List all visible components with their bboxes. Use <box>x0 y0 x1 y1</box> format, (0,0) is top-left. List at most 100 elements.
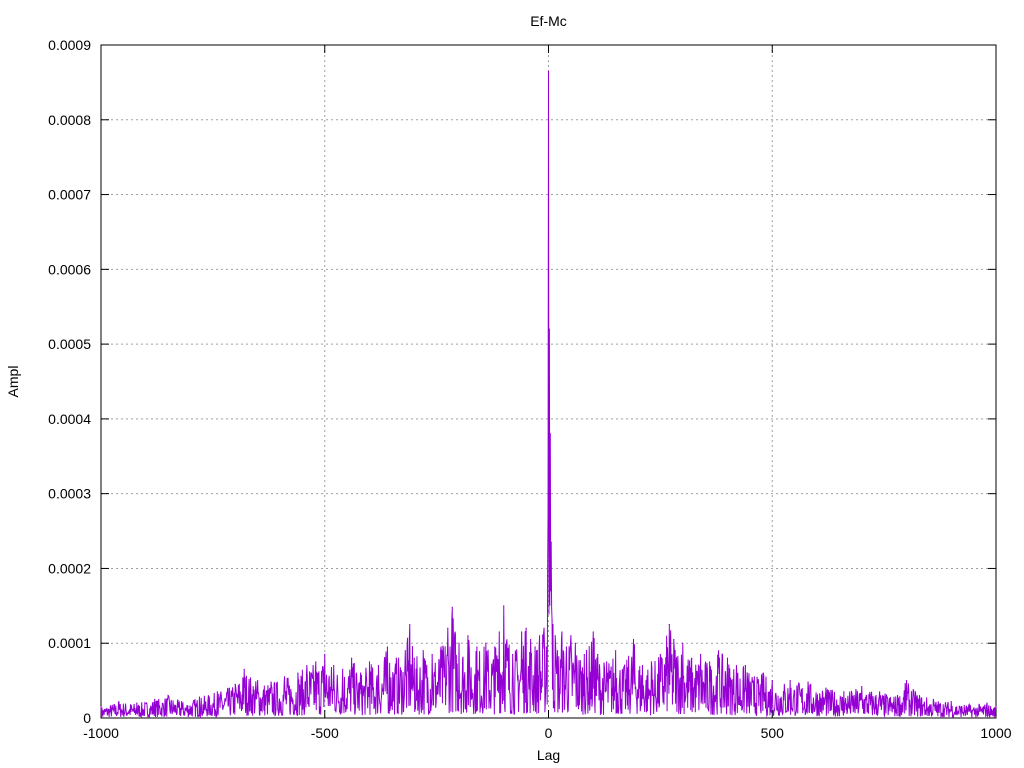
data-point <box>551 620 553 622</box>
data-point <box>333 665 335 667</box>
data-point <box>632 638 635 641</box>
data-point <box>543 627 545 629</box>
data-point <box>554 635 556 637</box>
data-point <box>297 672 299 674</box>
data-point <box>351 657 353 659</box>
data-point <box>216 691 218 693</box>
data-point <box>709 661 711 663</box>
data-point <box>377 665 380 667</box>
y-tick-label: 0.0001 <box>48 635 91 651</box>
data-point <box>534 646 536 648</box>
y-tick-label: 0.0004 <box>48 411 91 427</box>
y-tick-label: 0.0005 <box>48 336 91 352</box>
data-point <box>771 680 773 682</box>
y-tick-label: 0.0009 <box>48 37 91 53</box>
data-point <box>409 623 411 626</box>
data-point <box>440 646 442 648</box>
data-point <box>136 702 138 704</box>
data-point <box>324 653 326 656</box>
data-point <box>154 698 156 700</box>
data-point <box>650 661 653 663</box>
data-point <box>762 672 764 674</box>
data-point <box>700 653 702 656</box>
data-point <box>550 541 552 543</box>
data-point <box>100 706 102 708</box>
data-point <box>548 328 550 330</box>
data-point <box>914 691 917 693</box>
data-point <box>986 702 988 704</box>
data-point <box>753 676 755 678</box>
data-point <box>315 661 317 663</box>
data-point <box>395 657 397 659</box>
data-point <box>673 638 675 641</box>
data-point <box>932 698 934 700</box>
data-point <box>549 433 551 435</box>
data-point <box>615 650 617 652</box>
data-point <box>726 657 729 659</box>
data-point <box>283 676 286 678</box>
data-point <box>512 653 514 656</box>
x-tick-label: -500 <box>311 725 339 741</box>
data-point <box>691 657 693 659</box>
data-point <box>606 661 608 663</box>
data-point <box>525 627 527 629</box>
data-point <box>386 646 388 648</box>
data-point <box>668 623 670 626</box>
data-point <box>521 631 523 633</box>
data-point <box>180 700 183 703</box>
x-tick-label: 0 <box>545 725 553 741</box>
data-point <box>789 680 791 682</box>
x-tick-label: -1000 <box>83 725 119 741</box>
axis-ticks: -1000 -500 0 500 1000 0 0.0001 0.0002 0.0003 0.00… <box>48 37 1012 741</box>
y-tick-label: 0.0003 <box>48 486 91 502</box>
y-tick-label: 0.0007 <box>48 187 91 203</box>
data-point <box>570 635 572 637</box>
data-point <box>592 631 594 633</box>
data-point <box>547 70 550 72</box>
y-tick-label: 0.0008 <box>48 112 91 128</box>
data-point <box>431 653 433 656</box>
data-point <box>198 696 201 698</box>
data-point <box>950 700 952 703</box>
chart-title: Ef-Mc <box>530 13 567 29</box>
data-point <box>735 665 738 667</box>
y-tick-label: 0.0006 <box>48 261 91 277</box>
data-point <box>118 700 120 703</box>
data-point <box>458 642 460 644</box>
data-point <box>583 653 585 656</box>
data-point <box>825 687 827 689</box>
data-point <box>843 691 845 693</box>
data-point <box>623 665 626 667</box>
data-point <box>413 657 415 659</box>
data-point <box>552 623 554 626</box>
data-point <box>404 650 406 652</box>
data-point <box>257 680 259 682</box>
x-axis-label: Lag <box>537 747 560 763</box>
data-point <box>467 635 469 637</box>
data-point <box>422 650 424 652</box>
chart-svg: -1000 -500 0 500 1000 0 0.0001 0.0002 0.0003 0.00… <box>5 13 1012 763</box>
data-point <box>597 653 599 656</box>
y-axis-label: Ampl <box>5 366 21 398</box>
data-point <box>167 694 169 697</box>
data-point <box>545 646 547 648</box>
data-point <box>342 668 344 670</box>
data-point <box>494 646 496 648</box>
data-point <box>682 642 684 644</box>
data-point <box>270 681 272 683</box>
data-point <box>556 650 559 652</box>
data-point <box>306 665 308 667</box>
data-point <box>368 661 371 663</box>
data-point <box>995 706 997 708</box>
data-point <box>485 642 487 644</box>
data-point <box>807 681 809 683</box>
y-tick-label: 0 <box>83 710 91 726</box>
data-point <box>359 672 362 674</box>
data-point <box>861 685 863 688</box>
data-point <box>744 665 747 667</box>
data-point <box>968 703 970 706</box>
data-point <box>451 606 453 608</box>
data-point <box>641 665 644 667</box>
data-point <box>503 605 505 607</box>
data-point <box>565 646 568 648</box>
